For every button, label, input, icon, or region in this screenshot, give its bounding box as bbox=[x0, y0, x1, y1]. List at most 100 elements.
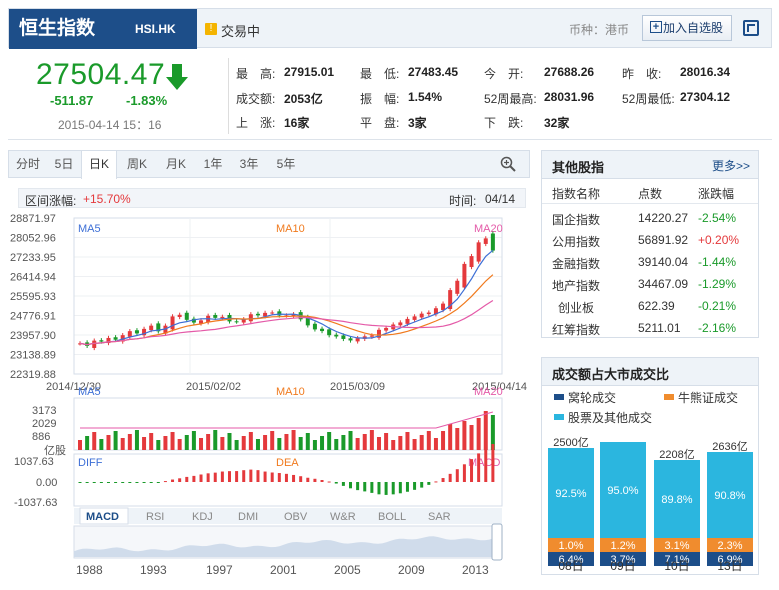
volume-bar bbox=[334, 439, 339, 450]
macd-tick-label: -1037.63 bbox=[14, 497, 57, 509]
macd-bar bbox=[185, 476, 189, 482]
indicator-tab[interactable]: W&R bbox=[330, 511, 356, 523]
stat-value: 27688.26 bbox=[544, 65, 595, 79]
macd-bar bbox=[284, 473, 288, 482]
popout-icon[interactable] bbox=[743, 20, 759, 36]
table-row[interactable]: 红筹指数 5211.01 -2.16% bbox=[542, 317, 758, 339]
tab-1[interactable]: 5日 bbox=[49, 151, 79, 177]
index-points-cell: 622.39 bbox=[638, 299, 675, 313]
stat-label: 成交额: bbox=[236, 92, 276, 106]
volume-bar bbox=[419, 435, 424, 450]
range-bar: 区间涨幅: +15.70% 时间: 04/14 bbox=[18, 188, 526, 208]
macd-bar bbox=[313, 478, 317, 482]
candle bbox=[334, 334, 339, 337]
tab-2[interactable]: 日K bbox=[81, 151, 117, 179]
macd-bar bbox=[306, 477, 310, 482]
candle bbox=[270, 312, 275, 314]
candle bbox=[320, 328, 325, 332]
macd-bar bbox=[142, 482, 146, 483]
volume-bar bbox=[327, 432, 332, 450]
index-points-cell: 56891.92 bbox=[638, 233, 689, 247]
indicator-tab[interactable]: MACD bbox=[86, 511, 119, 523]
down-arrow-icon bbox=[166, 64, 188, 90]
y-tick-label: 27233.95 bbox=[10, 252, 56, 264]
x-tick-label: 2015/03/09 bbox=[330, 381, 385, 393]
tab-0[interactable]: 分时 bbox=[9, 151, 47, 177]
macd-bar bbox=[92, 482, 96, 483]
volume-bar bbox=[220, 437, 225, 450]
table-row[interactable]: 公用指数 56891.92 +0.20% bbox=[542, 229, 758, 251]
macd-bar bbox=[370, 482, 374, 493]
volume-bar bbox=[398, 436, 403, 450]
stat-value: 2053亿 bbox=[284, 92, 323, 106]
volume-bar bbox=[248, 432, 253, 450]
legend-ma20: MA20 bbox=[474, 223, 503, 235]
candle bbox=[462, 263, 467, 288]
table-row[interactable]: 国企指数 14220.27 -2.54% bbox=[542, 207, 758, 229]
macd-bar bbox=[384, 482, 388, 495]
macd-legend: DIFF bbox=[78, 457, 103, 469]
index-name-cell: 公用指数 bbox=[552, 235, 601, 249]
kline-chart[interactable]: 28871.97 28052.96 27233.95 26414.94 25595.93… bbox=[0, 210, 540, 582]
add-to-watchlist-button[interactable]: + 加入自选股 bbox=[642, 15, 732, 41]
index-name-cell: 红筹指数 bbox=[552, 323, 601, 337]
overview-year-label: 2009 bbox=[398, 563, 425, 577]
macd-bar bbox=[277, 473, 281, 482]
macd-bar bbox=[199, 474, 203, 482]
table-header-cell: 涨跌幅 bbox=[698, 187, 735, 201]
tab-4[interactable]: 月K bbox=[157, 151, 195, 177]
candle bbox=[170, 316, 175, 330]
category-label: 13日 bbox=[717, 559, 742, 573]
turnover-title: 成交额占大市成交比 bbox=[552, 367, 670, 382]
more-link[interactable]: 更多>> bbox=[712, 157, 750, 174]
legend-swatch bbox=[554, 394, 564, 400]
volume-bar bbox=[270, 431, 275, 450]
indicator-tab[interactable]: DMI bbox=[238, 511, 258, 523]
stat-value: 3家 bbox=[408, 116, 427, 130]
indicator-tab[interactable]: SAR bbox=[428, 511, 451, 523]
indicator-tab[interactable]: BOLL bbox=[378, 511, 406, 523]
volume-bar bbox=[362, 434, 367, 450]
table-row[interactable]: 金融指数 39140.04 -1.44% bbox=[542, 251, 758, 273]
macd-bar bbox=[99, 482, 103, 483]
candle bbox=[149, 325, 154, 331]
volume-bar bbox=[120, 438, 125, 450]
volume-bar bbox=[85, 436, 90, 450]
macd-bar bbox=[398, 482, 402, 494]
table-row[interactable]: 创业板 622.39 -0.21% bbox=[542, 295, 758, 317]
tab-5[interactable]: 1年 bbox=[197, 151, 229, 177]
index-points-cell: 34467.09 bbox=[638, 277, 689, 291]
volume-bar bbox=[341, 435, 346, 450]
macd-bar bbox=[405, 482, 409, 492]
overview-handle[interactable] bbox=[491, 523, 503, 561]
volume-bar bbox=[106, 435, 111, 450]
tab-3[interactable]: 周K bbox=[119, 151, 155, 177]
total-label: 2500亿 bbox=[553, 436, 588, 449]
stat-value: 32家 bbox=[544, 116, 570, 130]
stock-pct-label: 92.5% bbox=[555, 488, 586, 500]
stat-label: 52周最低: bbox=[622, 92, 675, 106]
indicator-tab[interactable]: OBV bbox=[284, 511, 308, 523]
volume-bar bbox=[227, 433, 232, 450]
tab-6[interactable]: 3年 bbox=[231, 151, 267, 177]
table-row[interactable]: 地产指数 34467.09 -1.29% bbox=[542, 273, 758, 295]
tab-7[interactable]: 5年 bbox=[269, 151, 303, 177]
table-header-row: 指数名称 点数 涨跌幅 bbox=[542, 181, 758, 203]
stat-value: 16家 bbox=[284, 116, 310, 130]
volume-bar bbox=[320, 436, 325, 450]
zoom-in-icon[interactable] bbox=[500, 156, 516, 172]
indicator-tab[interactable]: KDJ bbox=[192, 511, 213, 523]
index-name: 恒生指数 bbox=[9, 9, 117, 49]
index-change-cell: -0.21% bbox=[698, 299, 737, 313]
macd-bar bbox=[135, 482, 139, 483]
macd-bar bbox=[391, 482, 395, 495]
y-tick-label: 23138.89 bbox=[10, 350, 56, 362]
macd-bar bbox=[220, 471, 224, 482]
macd-bar bbox=[114, 482, 118, 483]
legend-ma5: MA5 bbox=[78, 223, 101, 235]
range-time-value: 04/14 bbox=[485, 192, 516, 206]
macd-bar bbox=[491, 443, 495, 482]
candle bbox=[441, 303, 446, 311]
indicator-tab[interactable]: RSI bbox=[146, 511, 164, 523]
volume-bar bbox=[163, 436, 168, 450]
